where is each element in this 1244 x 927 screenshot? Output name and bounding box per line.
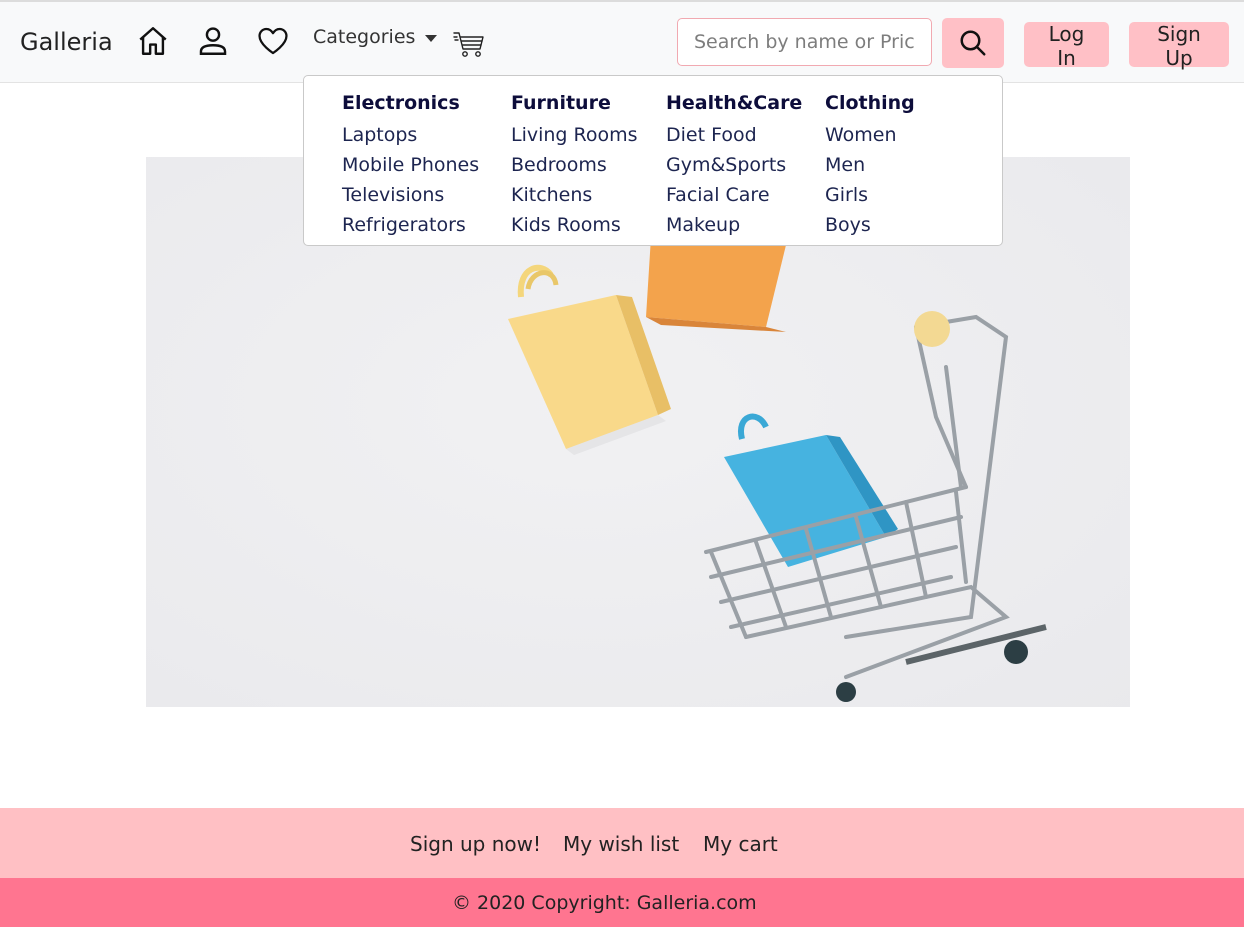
dropdown-column-health-care: Health&Care Diet Food Gym&Sports Facial … bbox=[666, 90, 802, 240]
dropdown-item[interactable]: Women bbox=[825, 120, 915, 150]
caret-down-icon bbox=[425, 34, 438, 42]
dropdown-heading[interactable]: Furniture bbox=[511, 90, 638, 120]
categories-dropdown-menu: Electronics Laptops Mobile Phones Televi… bbox=[303, 75, 1003, 246]
dropdown-item[interactable]: Men bbox=[825, 150, 915, 180]
cart-wheel bbox=[836, 682, 856, 702]
categories-label: Categories bbox=[313, 26, 416, 48]
footer-link-signup[interactable]: Sign up now! bbox=[410, 832, 541, 856]
dropdown-item[interactable]: Facial Care bbox=[666, 180, 802, 210]
dropdown-item[interactable]: Gym&Sports bbox=[666, 150, 802, 180]
dropdown-column-electronics: Electronics Laptops Mobile Phones Televi… bbox=[342, 90, 479, 240]
search-icon bbox=[960, 30, 986, 56]
footer-links-bar: Sign up now! My wish list My cart bbox=[0, 808, 1244, 878]
dropdown-item[interactable]: Televisions bbox=[342, 180, 479, 210]
login-button[interactable]: Log In bbox=[1024, 22, 1109, 70]
cart-wheel bbox=[1004, 640, 1028, 664]
dropdown-item[interactable]: Living Rooms bbox=[511, 120, 638, 150]
dropdown-item[interactable]: Refrigerators bbox=[342, 210, 479, 240]
dropdown-heading[interactable]: Electronics bbox=[342, 90, 479, 120]
dropdown-item[interactable]: Kids Rooms bbox=[511, 210, 638, 240]
dropdown-heading[interactable]: Health&Care bbox=[666, 90, 802, 120]
footer-link-wishlist[interactable]: My wish list bbox=[563, 832, 679, 856]
dropdown-item[interactable]: Bedrooms bbox=[511, 150, 638, 180]
dropdown-item[interactable]: Laptops bbox=[342, 120, 479, 150]
dropdown-item[interactable]: Makeup bbox=[666, 210, 802, 240]
search-input[interactable] bbox=[677, 18, 932, 66]
brand-logo[interactable]: Galleria bbox=[20, 28, 113, 56]
cart-icon[interactable] bbox=[451, 26, 487, 60]
copyright-text: © 2020 Copyright: Galleria.com bbox=[452, 892, 757, 914]
home-icon[interactable] bbox=[136, 24, 170, 58]
orange-bag-illustration bbox=[646, 237, 786, 332]
dropdown-column-furniture: Furniture Living Rooms Bedrooms Kitchens… bbox=[511, 90, 638, 240]
dropdown-item[interactable]: Mobile Phones bbox=[342, 150, 479, 180]
user-icon[interactable] bbox=[196, 24, 230, 58]
dropdown-item[interactable]: Girls bbox=[825, 180, 915, 210]
dropdown-item[interactable]: Boys bbox=[825, 210, 915, 240]
dropdown-item[interactable]: Diet Food bbox=[666, 120, 802, 150]
search-button[interactable] bbox=[942, 18, 1004, 68]
dropdown-item[interactable]: Kitchens bbox=[511, 180, 638, 210]
footer-link-cart[interactable]: My cart bbox=[703, 832, 778, 856]
footer-copyright-bar: © 2020 Copyright: Galleria.com bbox=[0, 878, 1244, 927]
heart-icon[interactable] bbox=[256, 24, 290, 58]
dropdown-heading[interactable]: Clothing bbox=[825, 90, 915, 120]
dropdown-column-clothing: Clothing Women Men Girls Boys bbox=[825, 90, 915, 240]
categories-dropdown-toggle[interactable]: Categories bbox=[313, 26, 438, 48]
signup-button[interactable]: Sign Up bbox=[1129, 22, 1229, 70]
cart-handle-grip bbox=[914, 311, 950, 347]
navbar: Galleria Categories Search by name or Pr… bbox=[0, 2, 1244, 83]
